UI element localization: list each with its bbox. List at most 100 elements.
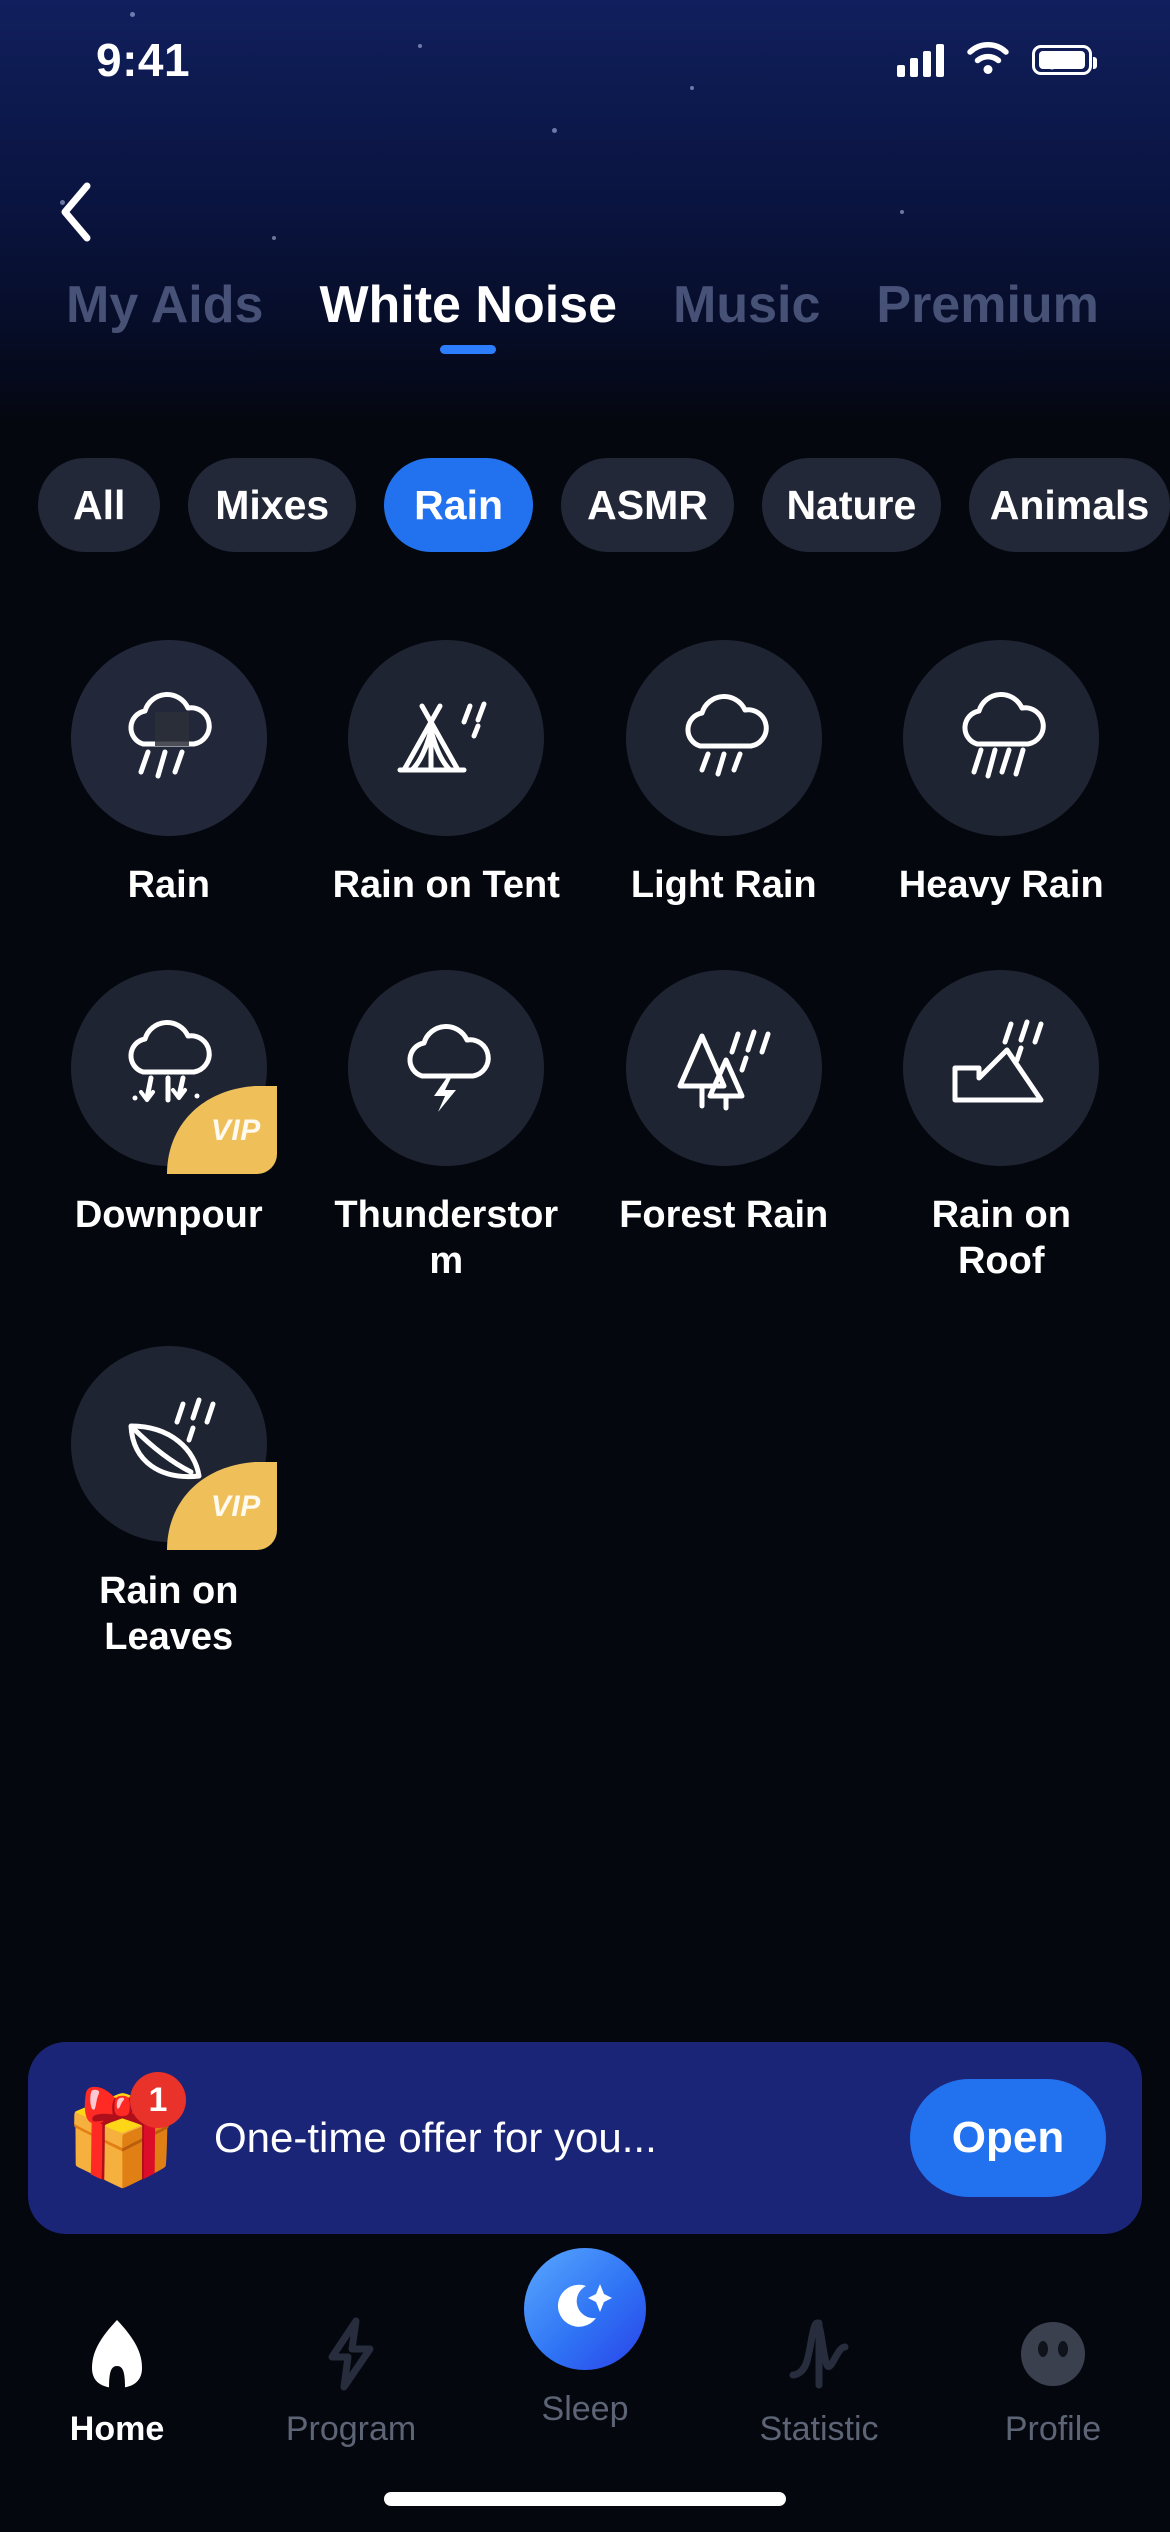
- nav-item-label: Statistic: [759, 2410, 879, 2448]
- sound-icon-circle: [70, 640, 267, 836]
- sound-item-rain[interactable]: Rain: [30, 640, 308, 908]
- sound-icon-wrapper: [903, 970, 1100, 1166]
- sound-item-label: Rain on Tent: [332, 864, 560, 906]
- sound-item-label: Rain: [127, 864, 210, 906]
- sound-icon-circle: [348, 640, 545, 836]
- sound-item-label: Forest Rain: [619, 1194, 829, 1236]
- sound-icon-wrapper: VIP: [70, 1346, 277, 1550]
- filter-chip-nature[interactable]: Nature: [761, 458, 941, 552]
- sound-item-label: Thunderstorm: [334, 1194, 559, 1282]
- tent-rain-icon: [390, 686, 502, 791]
- chip-label: Animals: [989, 481, 1150, 528]
- top-tab-bar: My Aids White Noise Music Premium: [0, 274, 1170, 384]
- chevron-left-icon: [57, 181, 95, 248]
- sound-item-label: Heavy Rain: [898, 864, 1104, 906]
- heavy-rain-cloud-icon: [945, 686, 1057, 791]
- home-icon: [86, 2314, 148, 2394]
- filter-chip-animals[interactable]: Animals: [969, 458, 1170, 552]
- sound-icon-wrapper: [70, 640, 267, 836]
- sound-item-label: Light Rain: [630, 864, 817, 906]
- status-bar: 9:41: [0, 0, 1170, 120]
- nav-item-program[interactable]: Program: [234, 2314, 468, 2449]
- sound-item-rain-on-tent[interactable]: Rain on Tent: [308, 640, 586, 908]
- gift-icon-wrapper: 🎁 1: [64, 2072, 192, 2202]
- sound-grid: Rain Rain on Tent Light Rain Heavy Rain …: [0, 640, 1170, 1722]
- sound-icon-wrapper: [625, 640, 822, 836]
- nav-item-label: Profile: [1004, 2410, 1102, 2448]
- tab-label: Music: [673, 276, 821, 334]
- sound-item-downpour[interactable]: VIP Downpour: [30, 970, 308, 1284]
- wifi-icon: [966, 41, 1010, 80]
- home-indicator: [384, 2492, 786, 2506]
- nav-item-sleep[interactable]: Sleep: [468, 2248, 702, 2429]
- sound-icon-wrapper: [903, 640, 1100, 836]
- sound-icon-wrapper: [348, 970, 545, 1166]
- pulse-wave-icon: [783, 2314, 855, 2394]
- sound-icon-circle: [903, 640, 1100, 836]
- nav-item-label: Sleep: [541, 2390, 629, 2428]
- moon-star-icon: [524, 2248, 646, 2370]
- star-speck: [272, 236, 276, 240]
- back-button[interactable]: [30, 168, 122, 260]
- sound-icon-circle: [70, 970, 267, 1166]
- sound-item-light-rain[interactable]: Light Rain: [585, 640, 863, 908]
- chip-label: Rain: [414, 481, 504, 528]
- sound-icon-circle: [625, 640, 822, 836]
- leaf-rain-icon: [113, 1392, 225, 1497]
- sound-item-heavy-rain[interactable]: Heavy Rain: [863, 640, 1141, 908]
- status-bar-icons: [897, 41, 1097, 80]
- sound-item-label: Rain on Leaves: [99, 1570, 239, 1658]
- lightning-bolt-icon: [318, 2314, 384, 2394]
- chip-label: Mixes: [215, 481, 330, 528]
- sound-icon-circle: [70, 1346, 267, 1542]
- sound-item-rain-on-roof[interactable]: Rain on Roof: [863, 970, 1141, 1284]
- nav-item-profile[interactable]: Profile: [936, 2314, 1170, 2449]
- cellular-signal-icon: [897, 43, 944, 77]
- light-rain-cloud-icon: [668, 686, 780, 791]
- active-tab-indicator: [440, 345, 497, 354]
- tab-music[interactable]: Music: [645, 274, 848, 336]
- sound-item-forest-rain[interactable]: Forest Rain: [585, 970, 863, 1284]
- star-speck: [552, 128, 557, 133]
- sound-item-label: Downpour: [74, 1194, 263, 1236]
- sound-icon-wrapper: [348, 640, 545, 836]
- sound-icon-circle: [348, 970, 545, 1166]
- category-filter-bar[interactable]: All Mixes Rain ASMR Nature Animals: [0, 458, 1170, 552]
- tab-label: My Aids: [66, 276, 264, 334]
- rain-cloud-icon: [113, 686, 225, 791]
- tab-my-aids[interactable]: My Aids: [38, 274, 291, 336]
- bottom-navigation-bar: Home Program Sleep Statistic Profile: [0, 2248, 1170, 2532]
- sound-item-thunderstorm[interactable]: Thunderstorm: [308, 970, 586, 1284]
- sound-icon-circle: [903, 970, 1100, 1166]
- status-bar-time: 9:41: [96, 34, 191, 86]
- offer-banner-text: One-time offer for you...: [214, 2114, 657, 2161]
- battery-full-icon: [1032, 45, 1097, 75]
- filter-chip-all[interactable]: All: [38, 458, 161, 552]
- forest-rain-icon: [668, 1016, 780, 1121]
- chip-label: ASMR: [587, 481, 708, 528]
- offer-count-badge: 1: [130, 2072, 186, 2128]
- tab-label: Premium: [876, 276, 1099, 334]
- thunderstorm-cloud-icon: [390, 1016, 502, 1121]
- offer-banner[interactable]: 🎁 1 One-time offer for you... Open: [28, 2042, 1142, 2234]
- filter-chip-mixes[interactable]: Mixes: [188, 458, 357, 552]
- sound-icon-circle: [625, 970, 822, 1166]
- sound-icon-wrapper: VIP: [70, 970, 277, 1174]
- tab-label: White Noise: [319, 276, 618, 334]
- filter-chip-rain[interactable]: Rain: [384, 458, 534, 552]
- tab-white-noise[interactable]: White Noise: [291, 274, 645, 354]
- nav-item-statistic[interactable]: Statistic: [702, 2314, 936, 2449]
- nav-item-label: Program: [285, 2410, 417, 2448]
- nav-item-label: Home: [69, 2410, 165, 2448]
- roof-rain-icon: [945, 1016, 1057, 1121]
- sound-icon-wrapper: [625, 970, 822, 1166]
- face-avatar-icon: [1018, 2314, 1088, 2394]
- offer-open-button[interactable]: Open: [910, 2079, 1106, 2197]
- app-screen: 9:41 My Aids White Noise Music Premium A…: [0, 0, 1170, 2532]
- tab-premium[interactable]: Premium: [848, 274, 1127, 336]
- nav-item-home[interactable]: Home: [0, 2314, 234, 2449]
- sound-item-rain-on-leaves[interactable]: VIP Rain on Leaves: [30, 1346, 308, 1660]
- downpour-cloud-icon: [113, 1016, 225, 1121]
- chip-label: Nature: [786, 481, 917, 528]
- filter-chip-asmr[interactable]: ASMR: [561, 458, 734, 552]
